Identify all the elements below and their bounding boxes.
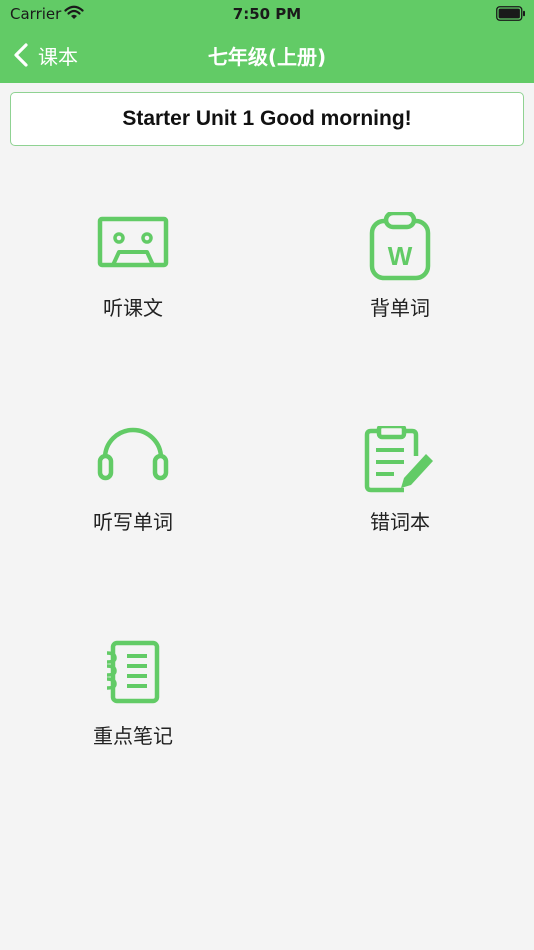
word-clipboard-icon: W (369, 212, 431, 281)
navigation-bar: 课本 七年级(上册) (0, 28, 534, 83)
feature-label: 错词本 (370, 510, 430, 534)
page-title: 七年级(上册) (207, 45, 327, 69)
feature-label: 听课文 (103, 296, 163, 320)
key-notes-button[interactable]: 重点笔记 (33, 640, 233, 770)
cassette-tape-icon (97, 216, 169, 268)
dictation-words-button[interactable]: 听写单词 (33, 426, 233, 556)
app-header: Carrier 7:50 PM 课本 七年级(上册) (0, 0, 534, 83)
status-bar: Carrier 7:50 PM (0, 0, 534, 28)
unit-title-banner: Starter Unit 1 Good morning! (10, 92, 524, 146)
feature-label: 背单词 (370, 296, 430, 320)
clipboard-pencil-icon (364, 426, 433, 493)
memorize-words-button[interactable]: W 背单词 (300, 212, 500, 342)
battery-icon (496, 6, 525, 21)
listen-text-button[interactable]: 听课文 (33, 212, 233, 342)
feature-label: 听写单词 (93, 510, 173, 534)
headphones-icon (97, 427, 169, 481)
status-time: 7:50 PM (232, 5, 302, 23)
svg-text:W: W (388, 241, 413, 271)
feature-label: 重点笔记 (93, 724, 173, 748)
notebook-icon (106, 640, 160, 704)
wrong-words-button[interactable]: 错词本 (300, 426, 500, 556)
